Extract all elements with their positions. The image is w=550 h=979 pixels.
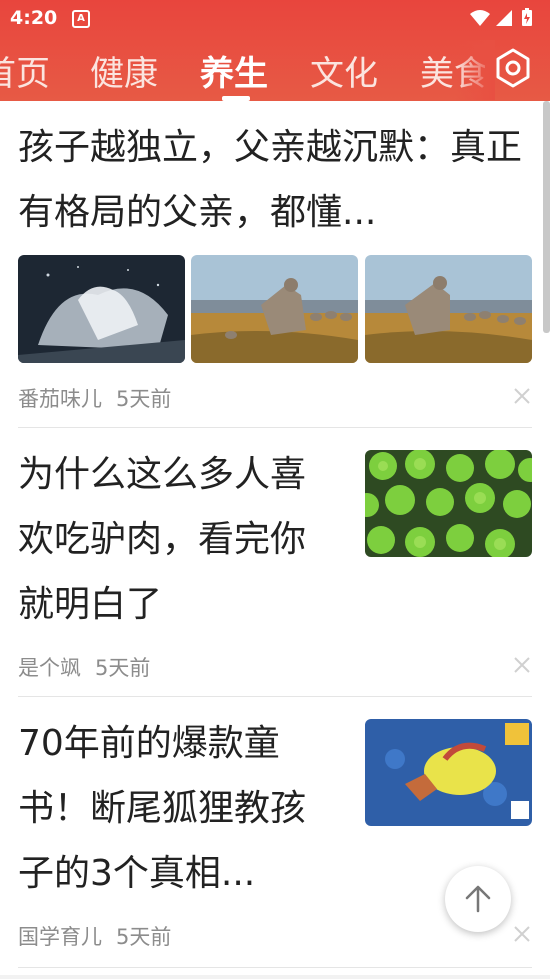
article-time: 5天前 [116, 387, 172, 411]
close-icon[interactable] [512, 386, 532, 406]
article-time: 5天前 [116, 925, 172, 949]
article-item[interactable]: 孩子越独立，父亲越沉默：真正有格局的父亲，都懂... 番茄味儿 5天前 [18, 101, 532, 428]
back-to-top-button[interactable] [445, 866, 511, 932]
article-author[interactable]: 番茄味儿 [18, 387, 102, 411]
app-header: 4:20 A 首页 健康 养生 文化 美食 [0, 0, 550, 101]
tab-culture[interactable]: 文化 [310, 46, 378, 95]
close-icon[interactable] [512, 924, 532, 944]
article-item[interactable]: 70年前的爆款童书！断尾狐狸教孩子的3个真相... 国学育儿 5天前 [18, 697, 532, 968]
wolf-pack-image[interactable] [365, 255, 532, 363]
article-image-row [18, 255, 532, 363]
article-author[interactable]: 是个飒 [18, 656, 81, 680]
category-tabs: 首页 健康 养生 文化 美食 [0, 40, 485, 100]
tab-health[interactable]: 健康 [90, 46, 158, 95]
scrollbar[interactable] [543, 101, 550, 333]
tab-wellness[interactable]: 养生 [200, 46, 268, 95]
feed-divider [0, 975, 550, 979]
status-bar: 4:20 A [0, 0, 550, 37]
article-meta: 番茄味儿 5天前 [18, 383, 185, 413]
arrow-up-icon [465, 885, 491, 913]
notification-icon: A [72, 10, 90, 28]
article-meta: 国学育儿 5天前 [18, 921, 185, 951]
system-icons [468, 8, 540, 28]
status-time: 4:20 [10, 7, 58, 29]
wolf-art-image[interactable] [18, 255, 185, 363]
article-author[interactable]: 国学育儿 [18, 925, 102, 949]
article-title[interactable]: 为什么这么多人喜欢吃驴肉，看完你就明白了 [18, 442, 338, 637]
article-title[interactable]: 70年前的爆款童书！断尾狐狸教孩子的3个真相... [18, 711, 338, 906]
lettuce-image[interactable] [365, 450, 532, 557]
tab-home[interactable]: 首页 [0, 46, 50, 95]
article-item[interactable]: 为什么这么多人喜欢吃驴肉，看完你就明白了 是个飒 5天前 [18, 428, 532, 697]
close-icon[interactable] [512, 655, 532, 675]
settings-hex-icon[interactable] [489, 44, 537, 92]
wolf-pack-image[interactable] [191, 255, 358, 363]
fox-book-image[interactable] [365, 719, 532, 826]
article-meta: 是个飒 5天前 [18, 652, 164, 682]
wifi-signal-battery-icon [470, 8, 532, 26]
article-time: 5天前 [95, 656, 151, 680]
article-title[interactable]: 孩子越独立，父亲越沉默：真正有格局的父亲，都懂... [18, 115, 532, 245]
